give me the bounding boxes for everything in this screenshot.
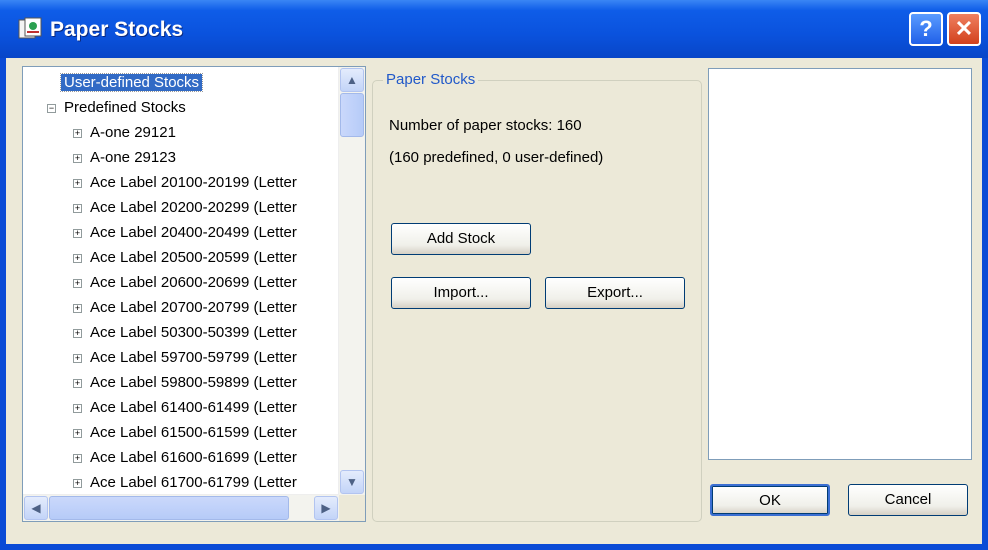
title-bar[interactable]: Paper Stocks ? ✕	[0, 0, 988, 58]
tree-item-label: A-one 29123	[90, 149, 176, 166]
help-icon: ?	[919, 16, 933, 41]
scroll-left-button[interactable]: ◀	[24, 496, 48, 520]
close-icon: ✕	[954, 16, 974, 41]
expand-icon[interactable]: +	[73, 179, 82, 188]
window-title: Paper Stocks	[50, 18, 184, 41]
tree-item[interactable]: + A-one 29123	[73, 146, 179, 170]
stock-count-text: Number of paper stocks: 160	[389, 117, 582, 134]
expand-icon[interactable]: +	[73, 129, 82, 138]
close-button[interactable]: ✕	[947, 12, 981, 46]
tree-item-label: Ace Label 61400-61499 (Letter	[90, 399, 297, 416]
expand-icon[interactable]: +	[73, 229, 82, 238]
tree-item-label: Ace Label 59700-59799 (Letter	[90, 349, 297, 366]
tree-item[interactable]: User-defined Stocks	[59, 71, 204, 95]
tree-items: User-defined Stocks − Predefined Stocks + A-…	[23, 67, 339, 495]
chevron-down-icon: ▼	[346, 475, 358, 489]
chevron-left-icon: ◀	[31, 501, 41, 515]
scroll-up-button[interactable]: ▲	[340, 68, 364, 92]
ok-button[interactable]: OK	[710, 484, 830, 516]
expand-icon[interactable]: +	[73, 279, 82, 288]
tree-item-label: User-defined Stocks	[59, 73, 204, 92]
tree-item-label: Ace Label 59800-59899 (Letter	[90, 374, 297, 391]
paper-stocks-group: Paper Stocks Number of paper stocks: 160…	[372, 71, 702, 522]
scroll-down-button[interactable]: ▼	[340, 470, 364, 494]
dialog-body: User-defined Stocks − Predefined Stocks + A-…	[6, 58, 982, 544]
horizontal-scroll-thumb[interactable]	[49, 496, 289, 520]
collapse-icon[interactable]: −	[47, 104, 56, 113]
tree-item-label: Ace Label 20700-20799 (Letter	[90, 299, 297, 316]
tree-item[interactable]: + Ace Label 20200-20299 (Letter	[73, 196, 300, 220]
tree-item-label: Ace Label 61700-61799 (Letter	[90, 474, 297, 491]
expand-icon[interactable]: +	[73, 404, 82, 413]
tree-item-label: Ace Label 61500-61599 (Letter	[90, 424, 297, 441]
tree-item[interactable]: − Predefined Stocks	[47, 96, 189, 120]
paper-stocks-dialog: Paper Stocks ? ✕ User-defined Stocks − Pre…	[0, 0, 988, 550]
export-button[interactable]: Export...	[545, 277, 685, 309]
tree-item[interactable]: + A-one 29121	[73, 121, 179, 145]
tree-item[interactable]: + Ace Label 50300-50399 (Letter	[73, 321, 300, 345]
tree-item-label: Ace Label 20600-20699 (Letter	[90, 274, 297, 291]
help-button[interactable]: ?	[909, 12, 943, 46]
expand-icon[interactable]: +	[73, 204, 82, 213]
paper-stocks-app-icon	[18, 17, 42, 39]
tree-item[interactable]: + Ace Label 20100-20199 (Letter	[73, 171, 300, 195]
scroll-right-button[interactable]: ▶	[314, 496, 338, 520]
tree-item[interactable]: + Ace Label 20500-20599 (Letter	[73, 246, 300, 270]
vertical-scrollbar[interactable]: ▲ ▼	[338, 67, 365, 495]
stock-detail-text: (160 predefined, 0 user-defined)	[389, 149, 604, 166]
add-stock-button[interactable]: Add Stock	[391, 223, 531, 255]
import-button[interactable]: Import...	[391, 277, 531, 309]
scrollbar-corner	[339, 495, 365, 521]
tree-item-label: Ace Label 50300-50399 (Letter	[90, 324, 297, 341]
cancel-button[interactable]: Cancel	[848, 484, 968, 516]
tree-item[interactable]: + Ace Label 61700-61799 (Letter	[73, 471, 300, 495]
expand-icon[interactable]: +	[73, 454, 82, 463]
tree-item[interactable]: + Ace Label 20600-20699 (Letter	[73, 271, 300, 295]
expand-icon[interactable]: +	[73, 304, 82, 313]
tree-item[interactable]: + Ace Label 20400-20499 (Letter	[73, 221, 300, 245]
tree-item-label: Ace Label 20200-20299 (Letter	[90, 199, 297, 216]
expand-icon[interactable]: +	[73, 379, 82, 388]
expand-icon[interactable]: +	[73, 329, 82, 338]
tree-item-label: Ace Label 61600-61699 (Letter	[90, 449, 297, 466]
expand-icon[interactable]: +	[73, 479, 82, 488]
expand-icon[interactable]: +	[73, 429, 82, 438]
group-legend: Paper Stocks	[383, 71, 479, 88]
chevron-right-icon: ▶	[321, 501, 331, 515]
horizontal-scrollbar[interactable]: ◀ ▶	[23, 494, 339, 521]
tree-item-label: Ace Label 20100-20199 (Letter	[90, 174, 297, 191]
stock-preview-pane	[708, 68, 972, 460]
paper-stock-tree[interactable]: User-defined Stocks − Predefined Stocks + A-…	[22, 66, 366, 522]
tree-item[interactable]: + Ace Label 59700-59799 (Letter	[73, 346, 300, 370]
tree-item-label: Ace Label 20400-20499 (Letter	[90, 224, 297, 241]
expand-icon[interactable]: +	[73, 154, 82, 163]
tree-item[interactable]: + Ace Label 61600-61699 (Letter	[73, 446, 300, 470]
chevron-up-icon: ▲	[346, 73, 358, 87]
expand-icon[interactable]: +	[73, 254, 82, 263]
expand-icon[interactable]: +	[73, 354, 82, 363]
vertical-scroll-thumb[interactable]	[340, 93, 364, 137]
tree-item[interactable]: + Ace Label 61500-61599 (Letter	[73, 421, 300, 445]
tree-item-label: Predefined Stocks	[64, 99, 186, 116]
tree-item[interactable]: + Ace Label 59800-59899 (Letter	[73, 371, 300, 395]
tree-item-label: Ace Label 20500-20599 (Letter	[90, 249, 297, 266]
tree-item-label: A-one 29121	[90, 124, 176, 141]
tree-item[interactable]: + Ace Label 20700-20799 (Letter	[73, 296, 300, 320]
tree-item[interactable]: + Ace Label 61400-61499 (Letter	[73, 396, 300, 420]
